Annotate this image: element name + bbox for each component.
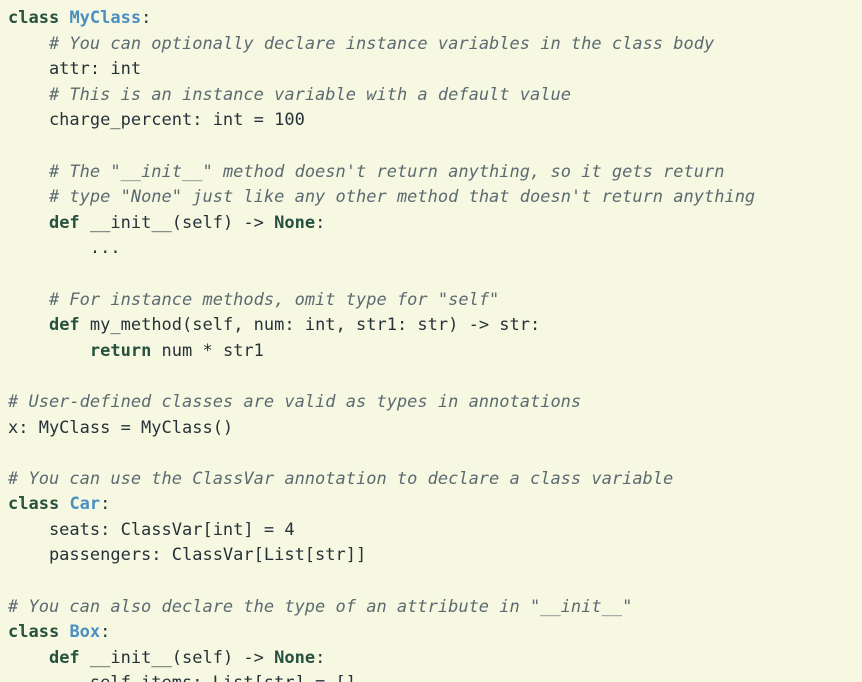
keyword-token: def bbox=[48, 647, 80, 668]
code-token: : bbox=[100, 622, 111, 643]
keyword-token: None bbox=[274, 647, 316, 668]
comment-token: # type "None" just like any other method… bbox=[48, 187, 756, 208]
class-name-token: MyClass bbox=[69, 8, 142, 28]
code-line[interactable]: class Car: bbox=[8, 492, 755, 518]
code-line[interactable]: # You can use the ClassVar annotation to… bbox=[8, 467, 755, 493]
code-line[interactable]: # The "__init__" method doesn't return a… bbox=[8, 160, 755, 186]
code-token: __init__(self) -> bbox=[79, 212, 275, 233]
keyword-token: class bbox=[8, 494, 60, 515]
keyword-token: return bbox=[89, 340, 152, 361]
code-line[interactable]: passengers: ClassVar[List[str]] bbox=[8, 543, 755, 569]
code-line-blank[interactable] bbox=[8, 569, 755, 595]
code-line-blank[interactable] bbox=[8, 262, 755, 288]
code-line[interactable]: class Box: bbox=[8, 620, 755, 646]
comment-token: # User-defined classes are valid as type… bbox=[8, 391, 582, 412]
class-name-token: Car bbox=[69, 494, 101, 515]
code-token: : bbox=[315, 212, 326, 233]
code-line[interactable]: # type "None" just like any other method… bbox=[8, 185, 755, 211]
code-token: : bbox=[100, 494, 111, 515]
keyword-token: None bbox=[274, 212, 316, 233]
code-line[interactable]: def __init__(self) -> None: bbox=[8, 646, 755, 672]
code-line[interactable]: def __init__(self) -> None: bbox=[8, 211, 755, 237]
code-token: attr: int bbox=[8, 59, 142, 80]
code-line[interactable]: seats: ClassVar[int] = 4 bbox=[8, 518, 755, 544]
code-line[interactable]: x: MyClass = MyClass() bbox=[8, 416, 755, 442]
code-token: __init__(self) -> bbox=[79, 647, 275, 668]
code-line[interactable]: ... bbox=[8, 236, 755, 262]
keyword-token: def bbox=[48, 212, 80, 233]
code-line[interactable]: attr: int bbox=[8, 57, 755, 83]
code-line[interactable]: # This is an instance variable with a de… bbox=[8, 83, 755, 109]
code-lines: class MyClass: # You can optionally decl… bbox=[8, 6, 755, 682]
comment-token: # The "__init__" method doesn't return a… bbox=[48, 161, 725, 182]
code-line[interactable]: charge_percent: int = 100 bbox=[8, 108, 755, 134]
comment-token: # You can optionally declare instance va… bbox=[48, 33, 715, 54]
comment-token: # For instance methods, omit type for "s… bbox=[48, 289, 500, 310]
code-line[interactable]: # You can optionally declare instance va… bbox=[8, 32, 755, 58]
code-token: self.items: List[str] = [] bbox=[8, 673, 356, 682]
code-token: my_method(self, num: int, str1: str) -> … bbox=[79, 315, 541, 336]
comment-token: # You can use the ClassVar annotation to… bbox=[8, 468, 674, 489]
code-token: : bbox=[315, 647, 326, 668]
code-token: x: MyClass = MyClass() bbox=[8, 417, 234, 438]
code-token: num * str1 bbox=[151, 340, 264, 361]
code-line[interactable]: self.items: List[str] = [] bbox=[8, 671, 755, 682]
code-token: : bbox=[141, 8, 152, 28]
keyword-token: class bbox=[8, 622, 60, 643]
comment-token: # You can also declare the type of an at… bbox=[8, 596, 633, 617]
code-line[interactable]: # You can also declare the type of an at… bbox=[8, 595, 755, 621]
code-line-blank[interactable] bbox=[8, 441, 755, 467]
code-line-blank[interactable] bbox=[8, 134, 755, 160]
code-line[interactable]: return num * str1 bbox=[8, 339, 755, 365]
code-editor[interactable]: class MyClass: # You can optionally decl… bbox=[0, 0, 862, 682]
class-name-token: Box bbox=[69, 622, 101, 643]
comment-token: # This is an instance variable with a de… bbox=[48, 84, 571, 105]
code-line[interactable]: # User-defined classes are valid as type… bbox=[8, 390, 755, 416]
code-line[interactable]: # For instance methods, omit type for "s… bbox=[8, 288, 755, 314]
code-line-blank[interactable] bbox=[8, 364, 755, 390]
keyword-token: class bbox=[8, 8, 60, 28]
code-token: passengers: ClassVar[List[str]] bbox=[8, 545, 367, 566]
code-line[interactable]: class MyClass: bbox=[8, 6, 755, 32]
code-line[interactable]: def my_method(self, num: int, str1: str)… bbox=[8, 313, 755, 339]
code-token: ... bbox=[8, 238, 121, 259]
code-token: charge_percent: int = 100 bbox=[8, 110, 305, 131]
code-token: seats: ClassVar[int] = 4 bbox=[8, 519, 295, 540]
keyword-token: def bbox=[48, 315, 80, 336]
